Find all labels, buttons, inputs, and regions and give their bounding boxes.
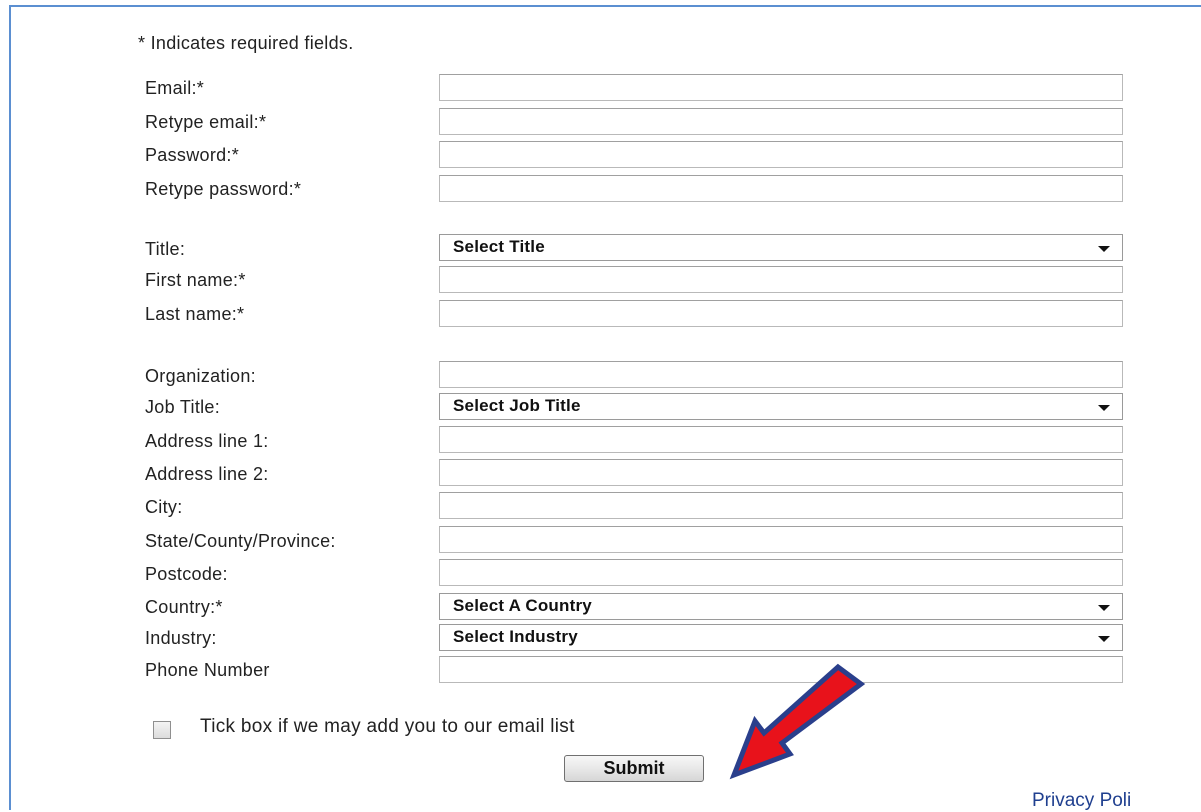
annotation-arrow bbox=[729, 663, 866, 780]
arrow-shape bbox=[729, 663, 866, 780]
